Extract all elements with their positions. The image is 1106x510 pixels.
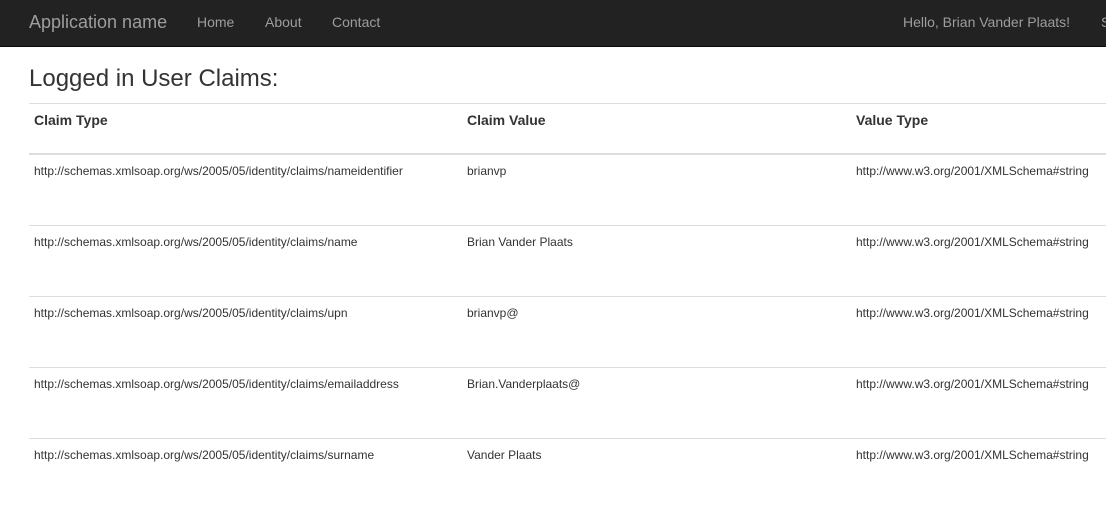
brand-link[interactable]: Application name — [29, 0, 167, 45]
claim-value-cell: brianvp@ — [467, 306, 519, 320]
claim-type-cell: http://schemas.xmlsoap.org/ws/2005/05/id… — [34, 448, 375, 462]
value-type-cell: http://www.w3.org/2001/XMLSchema#string — [856, 448, 1089, 462]
sign-out-link[interactable]: S — [1101, 0, 1106, 45]
top-navbar: Application name Home About Contact Hell… — [0, 0, 1106, 47]
value-type-cell: http://www.w3.org/2001/XMLSchema#string — [856, 235, 1089, 249]
claim-type-cell: http://schemas.xmlsoap.org/ws/2005/05/id… — [34, 164, 403, 178]
table-header-row: Claim Type Claim Value Value Type — [29, 104, 1106, 155]
table-row: http://schemas.xmlsoap.org/ws/2005/05/id… — [29, 368, 1106, 439]
claim-value-cell: Brian Vander Plaats — [467, 235, 573, 249]
nav-contact-link[interactable]: Contact — [332, 0, 380, 45]
column-header-claim-value: Claim Value — [467, 112, 546, 128]
value-type-cell: http://www.w3.org/2001/XMLSchema#string — [856, 164, 1089, 178]
column-header-value-type: Value Type — [856, 112, 929, 128]
page-title: Logged in User Claims: — [29, 65, 279, 92]
claim-type-cell: http://schemas.xmlsoap.org/ws/2005/05/id… — [34, 377, 399, 391]
table-row: http://schemas.xmlsoap.org/ws/2005/05/id… — [29, 439, 1106, 510]
claim-value-cell: Brian.Vanderplaats@ — [467, 377, 581, 391]
claim-value-cell: Vander Plaats — [467, 448, 542, 462]
claim-value-cell: brianvp — [467, 164, 507, 178]
claims-table: Claim Type Claim Value Value Type http:/… — [29, 103, 1106, 510]
claim-type-cell: http://schemas.xmlsoap.org/ws/2005/05/id… — [34, 235, 358, 249]
column-header-claim-type: Claim Type — [34, 112, 108, 128]
table-row: http://schemas.xmlsoap.org/ws/2005/05/id… — [29, 155, 1106, 226]
table-row: http://schemas.xmlsoap.org/ws/2005/05/id… — [29, 297, 1106, 368]
claim-type-cell: http://schemas.xmlsoap.org/ws/2005/05/id… — [34, 306, 348, 320]
value-type-cell: http://www.w3.org/2001/XMLSchema#string — [856, 306, 1089, 320]
nav-home-link[interactable]: Home — [197, 0, 234, 45]
table-row: http://schemas.xmlsoap.org/ws/2005/05/id… — [29, 226, 1106, 297]
nav-about-link[interactable]: About — [265, 0, 302, 45]
value-type-cell: http://www.w3.org/2001/XMLSchema#string — [856, 377, 1089, 391]
user-greeting-link[interactable]: Hello, Brian Vander Plaats! — [903, 0, 1070, 45]
